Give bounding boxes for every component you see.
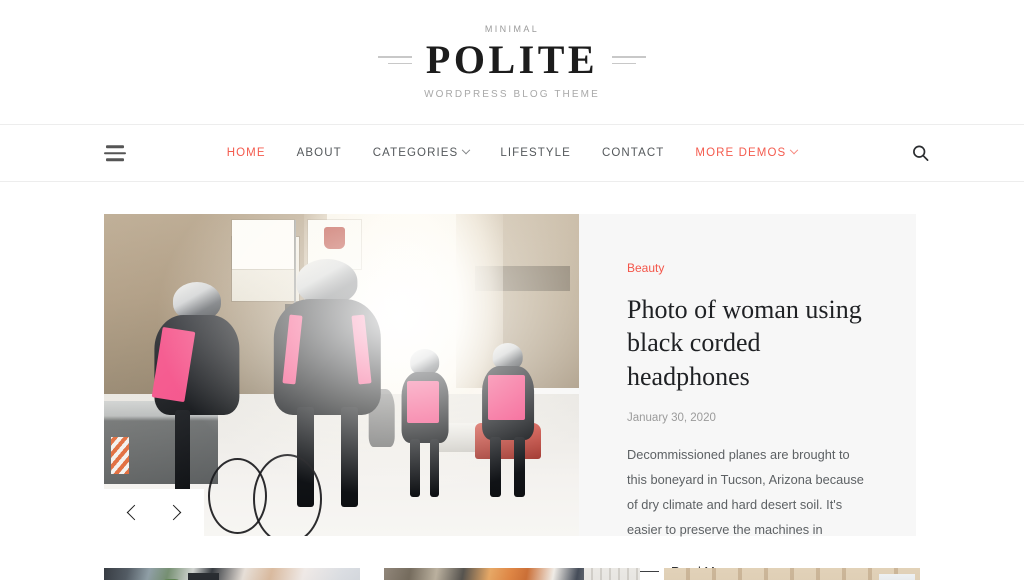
carousel-navigation — [104, 489, 204, 536]
post-card-overlay — [384, 568, 640, 580]
post-card[interactable] — [664, 568, 920, 580]
post-card-overlay — [664, 568, 920, 580]
post-card[interactable] — [384, 568, 640, 580]
nav-item-contact[interactable]: CONTACT — [602, 147, 664, 159]
nav-item-lifestyle[interactable]: LIFESTYLE — [500, 147, 571, 159]
search-icon[interactable] — [912, 145, 929, 162]
nav-item-contact-label: CONTACT — [601, 147, 665, 159]
post-excerpt: Decommissioned planes are brought to thi… — [627, 446, 864, 537]
post-title[interactable]: Photo of woman using black corded headph… — [627, 293, 872, 393]
chevron-right-icon[interactable] — [165, 504, 182, 521]
chevron-down-icon — [790, 145, 799, 155]
site-logo[interactable]: POLITE — [377, 37, 647, 82]
logo-wordmark: POLITE — [425, 37, 599, 82]
post-card-overlay — [104, 568, 360, 580]
nav-item-lifestyle-label: LIFESTYLE — [500, 147, 571, 159]
nav-item-about[interactable]: ABOUT — [297, 147, 342, 159]
nav-item-home-label: HOME — [226, 147, 266, 159]
post-card[interactable] — [104, 568, 360, 580]
logo-rule-left-icon — [377, 56, 412, 64]
featured-post-content: Beauty Photo of woman using black corded… — [579, 214, 916, 579]
nav-item-categories-label: CATEGORIES — [372, 147, 459, 159]
main-navigation: HOME ABOUT CATEGORIES LIFESTYLE CONTACT … — [0, 124, 1024, 182]
logo-rule-right-icon — [612, 56, 647, 64]
hero-photo — [104, 214, 579, 536]
nav-item-home[interactable]: HOME — [227, 147, 266, 159]
featured-post-image[interactable] — [104, 214, 579, 536]
featured-post-carousel: Beauty Photo of woman using black corded… — [0, 182, 1024, 579]
featured-post: Beauty Photo of woman using black corded… — [104, 214, 916, 579]
logo-tagline-top: MINIMAL — [484, 24, 540, 34]
post-category-link[interactable]: Beauty — [627, 261, 664, 275]
logo-tagline-bottom: WORDPRESS BLOG THEME — [424, 89, 600, 100]
nav-menu: HOME ABOUT CATEGORIES LIFESTYLE CONTACT … — [227, 145, 799, 159]
post-grid — [0, 536, 1024, 580]
nav-item-more-demos[interactable]: MORE DEMOS — [695, 145, 799, 159]
post-date: January 30, 2020 — [627, 411, 716, 424]
chevron-down-icon — [462, 145, 471, 155]
nav-item-about-label: ABOUT — [296, 147, 342, 159]
chevron-left-icon[interactable] — [126, 504, 143, 521]
hamburger-menu-icon[interactable] — [104, 145, 126, 161]
site-header: MINIMAL POLITE WORDPRESS BLOG THEME — [0, 0, 1024, 124]
nav-item-more-demos-label: MORE DEMOS — [695, 147, 787, 159]
nav-item-categories[interactable]: CATEGORIES — [372, 145, 471, 159]
